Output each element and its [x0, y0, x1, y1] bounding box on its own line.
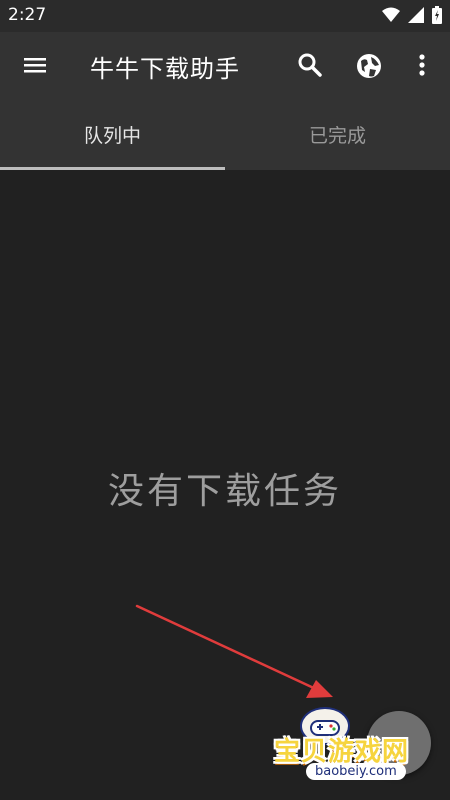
more-options-button[interactable]: [408, 49, 436, 81]
browser-button[interactable]: [352, 49, 386, 83]
tab-bar: 队列中 已完成: [0, 98, 450, 170]
empty-state-message: 没有下载任务: [107, 471, 342, 512]
menu-button[interactable]: [18, 49, 52, 81]
status-time: 2:27: [8, 5, 47, 25]
search-button[interactable]: [294, 49, 326, 81]
tab-indicator: [0, 167, 225, 170]
signal-icon: [408, 7, 424, 23]
tab-queue[interactable]: 队列中: [0, 98, 225, 170]
watermark-url: baobeiy.com: [306, 763, 406, 780]
tab-completed[interactable]: 已完成: [225, 98, 450, 170]
battery-icon: [432, 6, 442, 24]
app-title: 牛牛下载助手: [90, 55, 240, 83]
globe-icon: [357, 54, 381, 78]
menu-icon: [24, 58, 46, 73]
more-vert-icon: [419, 54, 425, 76]
status-bar: 2:27: [0, 0, 450, 32]
tab-queue-label: 队列中: [83, 124, 141, 147]
app-bar: 牛牛下载助手: [0, 32, 450, 98]
wifi-icon: [382, 7, 400, 22]
status-icons: [382, 6, 442, 24]
watermark: 宝贝游戏网 baobeiy.com: [272, 705, 422, 795]
tab-completed-label: 已完成: [308, 124, 366, 147]
search-icon: [298, 53, 322, 77]
